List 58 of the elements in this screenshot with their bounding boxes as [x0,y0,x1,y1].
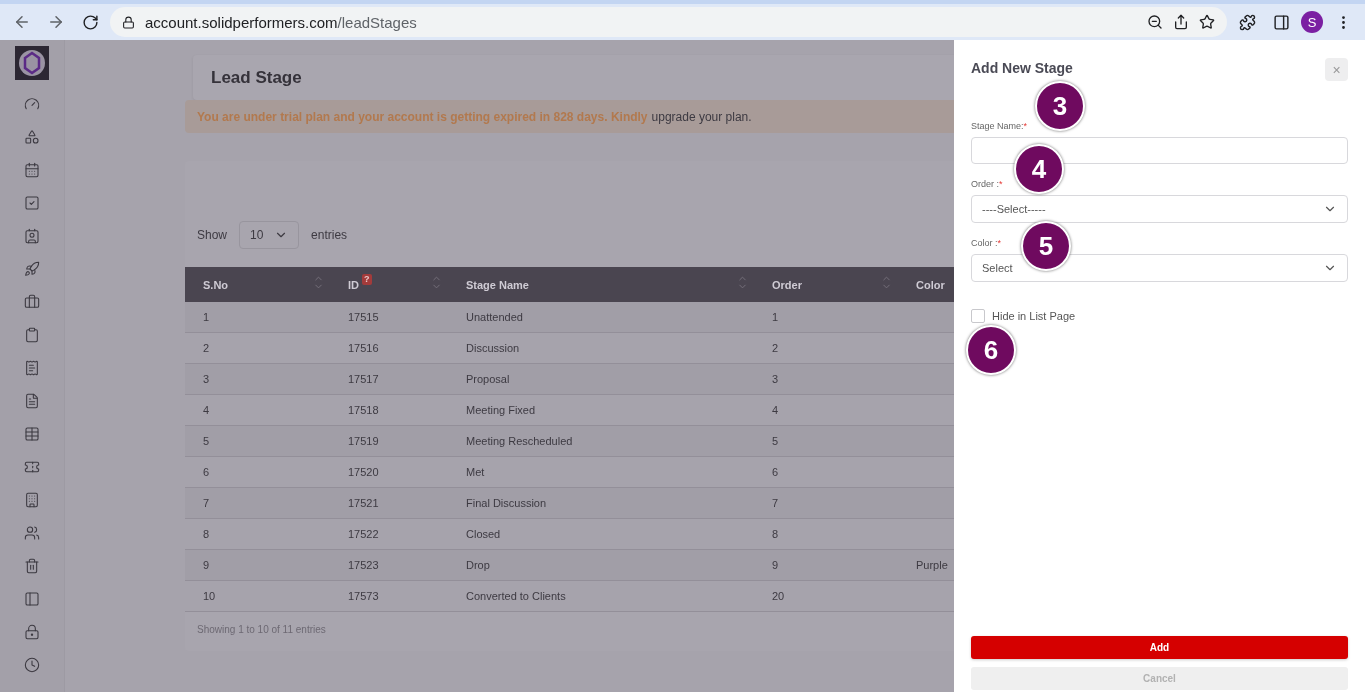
column-header[interactable]: ID ? [330,267,448,302]
table-cell: 7 [185,488,330,519]
table-cell [898,488,954,519]
table-cell: 3 [754,364,898,395]
zoom-icon[interactable] [1147,14,1163,30]
page-title: Lead Stage [193,55,954,100]
column-header[interactable]: Color [898,267,954,302]
table-cell [898,302,954,333]
table-cell: 17519 [330,426,448,457]
table-cell [898,426,954,457]
table-cell: Proposal [448,364,754,395]
table-cell: Unattended [448,302,754,333]
table-info: Showing 1 to 10 of 11 entries [196,623,327,637]
page-size-select[interactable]: 10 [239,221,300,249]
table-cell: 17517 [330,364,448,395]
table-cell: 5 [185,426,330,457]
lock-icon [122,15,135,29]
add-button[interactable]: Add [971,636,1348,659]
field-label: Order :* [971,179,1003,189]
table-cell: 17523 [330,550,448,581]
step-number-badge: 6 [966,325,1016,375]
table-cell: Final Discussion [448,488,754,519]
drawer-title: Add New Stage [971,60,1073,76]
table-cell: 1 [754,302,898,333]
table-cell: 1 [185,302,330,333]
table-cell: 17521 [330,488,448,519]
table-cell: 9 [185,550,330,581]
table-cell: 17515 [330,302,448,333]
select-field[interactable]: Select [971,254,1348,282]
column-header[interactable]: S.No [185,267,330,302]
checkbox-label: Hide in List Page [992,310,1076,322]
table-cell [898,364,954,395]
trial-message: You are under trial plan and your account is getting expired in 828 days. Kindly [197,109,648,124]
help-badge: ? [362,274,372,285]
checkbox[interactable] [971,309,985,323]
table-cell: 9 [754,550,898,581]
share-icon[interactable] [1173,14,1189,30]
entries-label: entries [311,228,348,242]
field-label: Color :* [971,238,1002,248]
star-icon[interactable] [1199,14,1215,30]
show-label: Show [197,228,228,242]
step-number-badge: 3 [1035,81,1085,131]
table-cell: Purple [898,550,954,581]
table-cell: 7 [754,488,898,519]
step-number-badge: 4 [1014,144,1064,194]
field-label: Stage Name:* [971,121,1028,131]
column-header[interactable]: Stage Name [448,267,754,302]
trial-message-end: . [748,109,752,124]
profile-avatar[interactable]: S [1301,11,1323,33]
table-cell: Meeting Rescheduled [448,426,754,457]
address-bar[interactable]: account.solidperformers.com/leadStages [110,7,1227,37]
table-cell: Drop [448,550,754,581]
table-cell: 3 [185,364,330,395]
column-header[interactable]: Order [754,267,898,302]
logo-icon[interactable] [15,46,49,80]
select-field[interactable]: ----Select----- [971,195,1348,223]
table-cell: 5 [754,426,898,457]
step-number-badge: 5 [1021,221,1071,271]
